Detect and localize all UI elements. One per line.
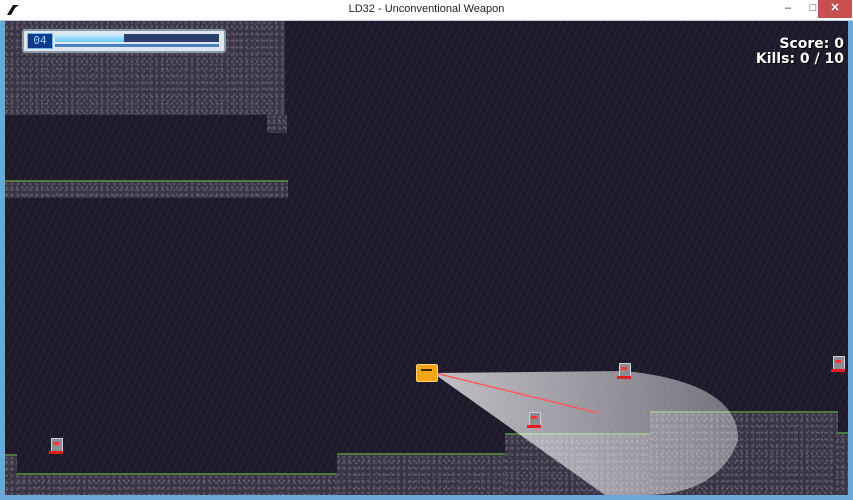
score-label: Score: 0 (779, 36, 844, 52)
game-viewport[interactable]: 04 Score: 0 Kills: 0 / 10 (5, 21, 848, 495)
flashlight-cone (433, 371, 739, 495)
player-eyes (421, 369, 432, 375)
game-window: LD32 - Unconventional Weapon – □ ✕ 04 Sc… (0, 0, 853, 500)
window-title: LD32 - Unconventional Weapon (348, 3, 505, 15)
score-panel: Score: 0 Kills: 0 / 10 (756, 37, 844, 67)
health-bar (55, 34, 219, 42)
title-bar[interactable]: LD32 - Unconventional Weapon – □ ✕ (0, 0, 853, 21)
enemy-robot (527, 410, 541, 428)
close-button[interactable]: ✕ (818, 0, 852, 18)
minimize-button[interactable]: – (775, 0, 801, 18)
enemy-robot (617, 361, 631, 379)
health-bar-fill (55, 34, 124, 42)
enemy-robot (831, 354, 845, 372)
player-character (416, 364, 438, 382)
energy-bar (55, 44, 219, 47)
kills-label: Kills: 0 / 10 (755, 51, 844, 67)
hud-health-panel: 04 (22, 29, 226, 53)
enemy-robot (49, 436, 63, 454)
ammo-counter: 04 (27, 33, 53, 49)
